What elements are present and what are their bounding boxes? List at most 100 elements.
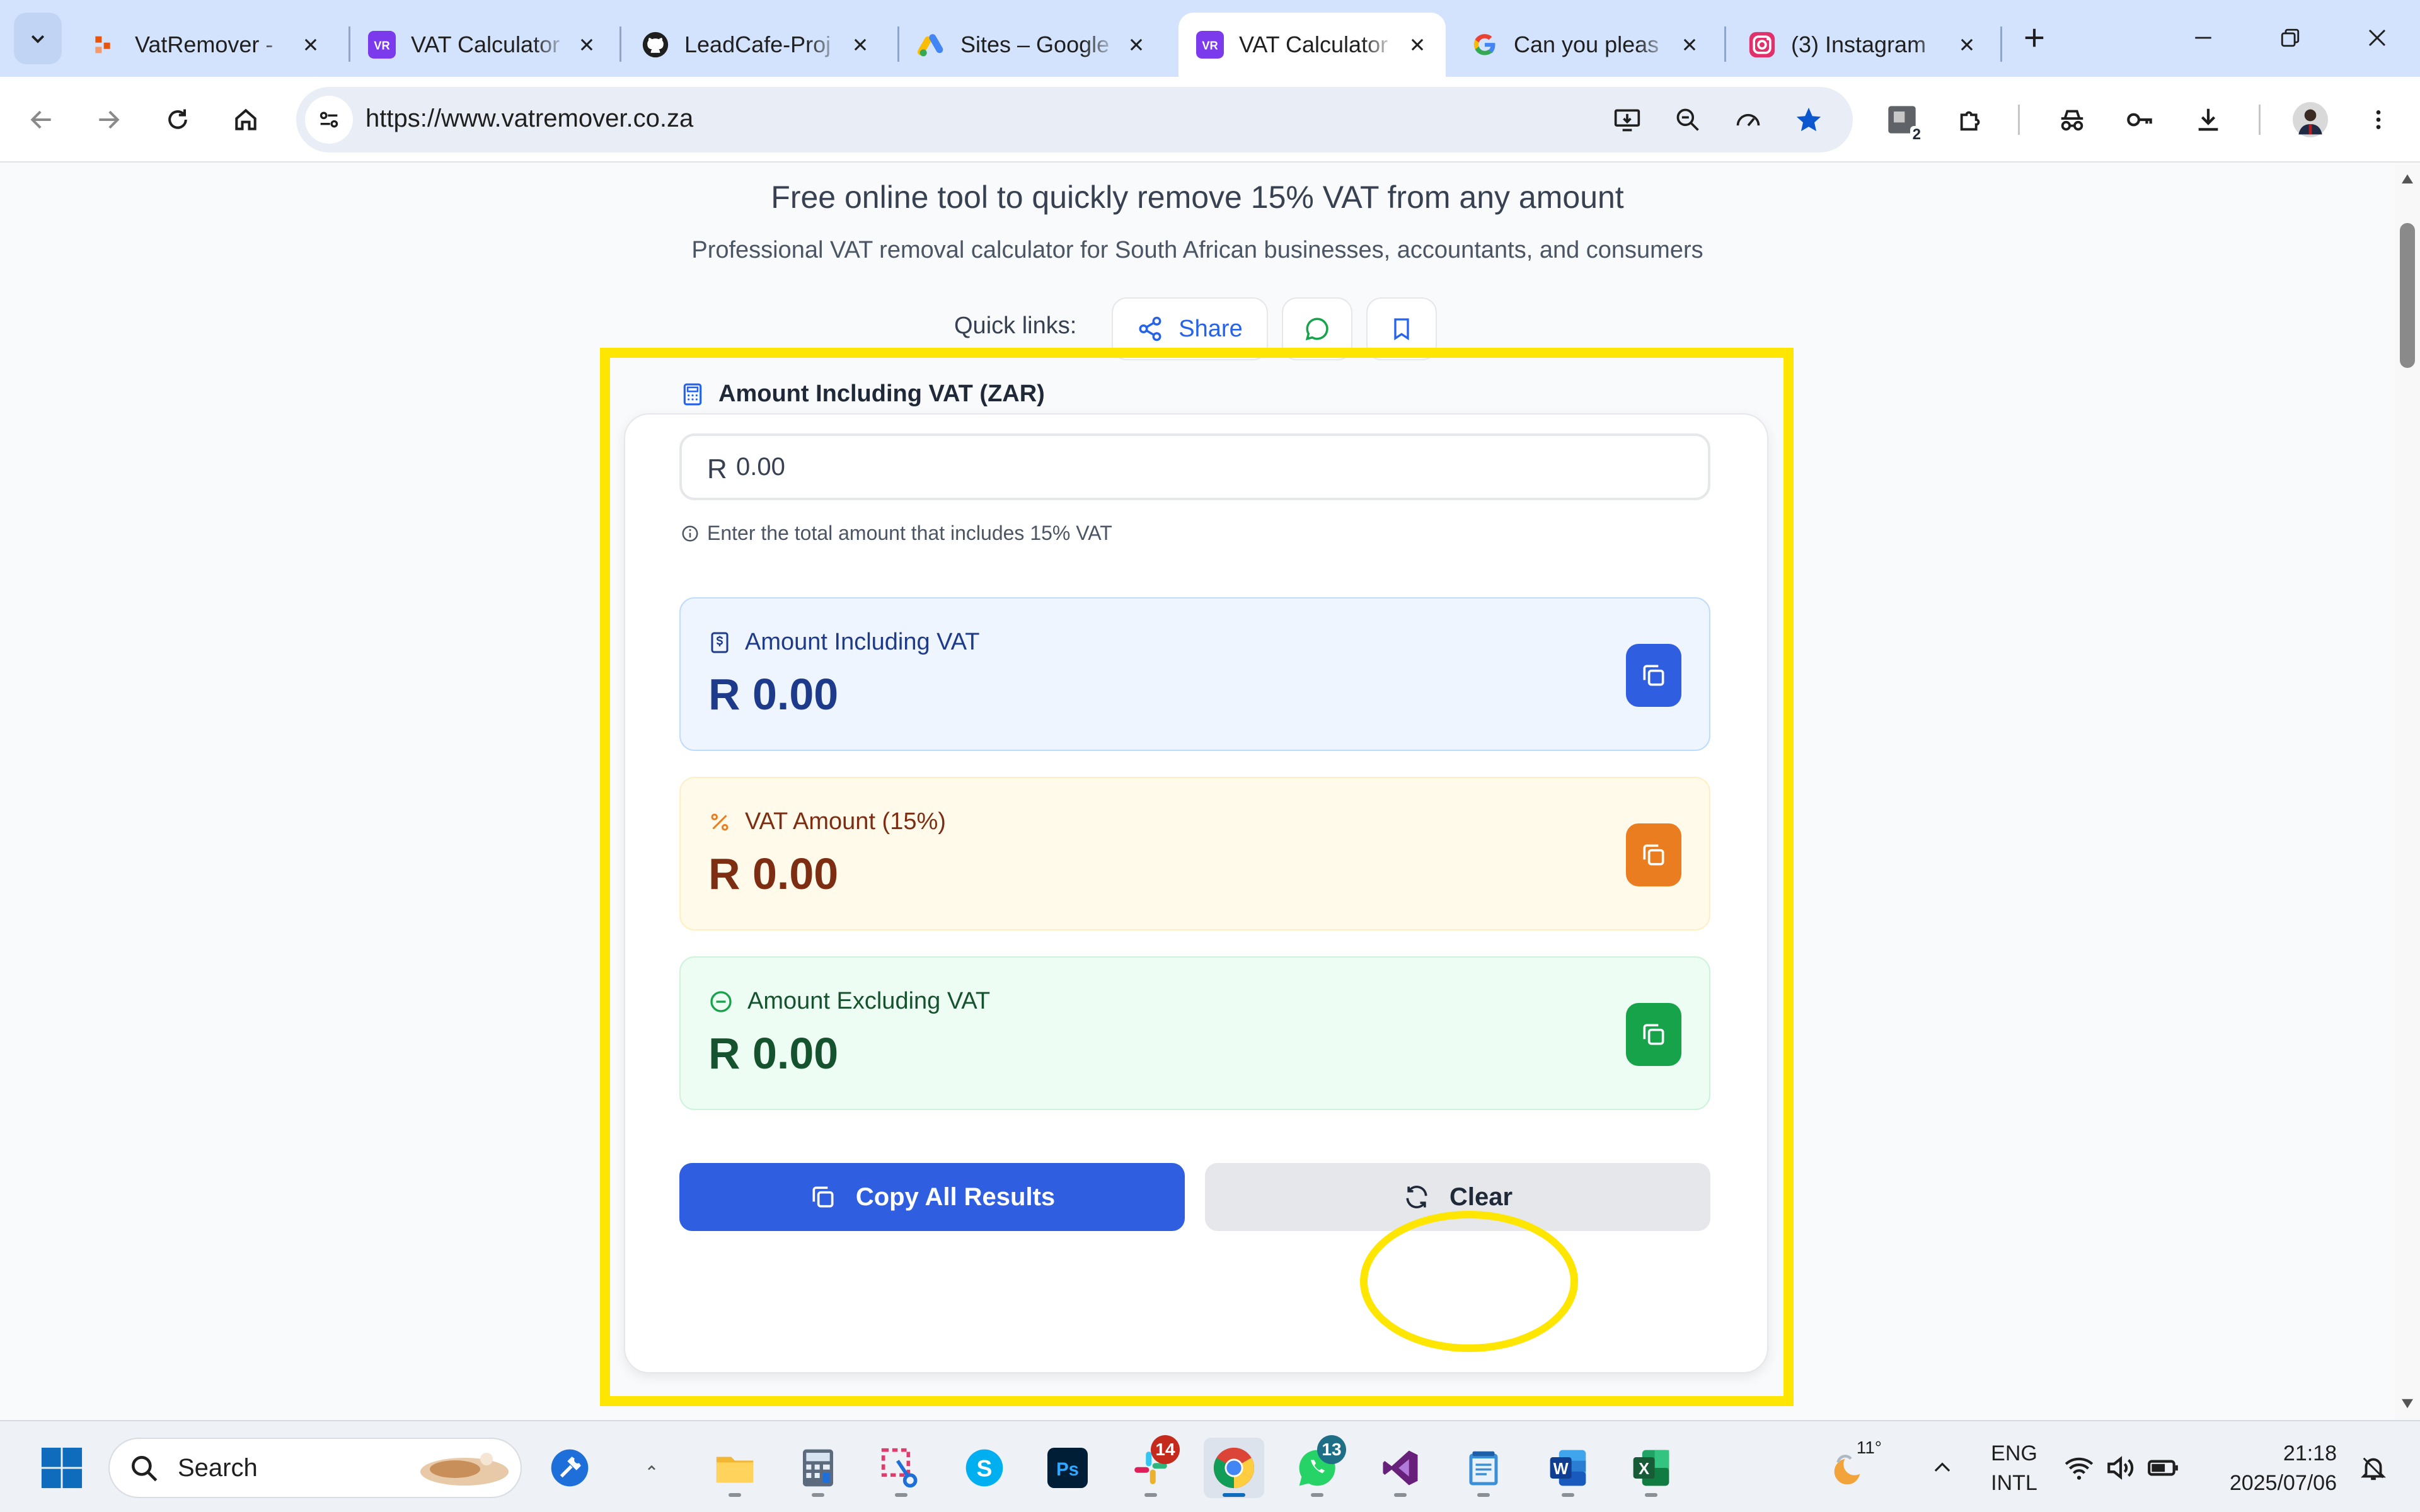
close-icon[interactable] xyxy=(297,32,324,58)
taskbar-app-file-explorer[interactable] xyxy=(705,1438,765,1498)
input-language[interactable]: ENG INTL xyxy=(1975,1441,2053,1496)
browser-tab[interactable]: Sites – Google xyxy=(900,13,1165,77)
close-icon[interactable] xyxy=(847,32,873,58)
instagram-favicon-icon xyxy=(1748,31,1776,59)
notepad-icon xyxy=(1469,1451,1498,1486)
browser-menu-button[interactable] xyxy=(2354,96,2402,144)
browser-tab[interactable]: Can you pleas xyxy=(1453,13,1718,77)
minimize-icon xyxy=(2195,37,2211,39)
info-icon xyxy=(682,525,698,541)
extension-button[interactable]: 2 xyxy=(1878,96,1926,144)
performance-button[interactable] xyxy=(1724,96,1772,144)
profile-button[interactable] xyxy=(2286,96,2334,144)
passwords-button[interactable] xyxy=(2116,96,2164,144)
hint-text: Enter the total amount that includes 15%… xyxy=(707,522,1112,544)
home-button[interactable] xyxy=(222,96,270,144)
plus-icon xyxy=(2025,28,2044,47)
back-button[interactable] xyxy=(18,96,66,144)
toolbar-divider xyxy=(2259,105,2261,135)
svg-text:Ps: Ps xyxy=(1056,1459,1079,1480)
notification-bell-icon xyxy=(2361,1457,2386,1480)
close-window-button[interactable] xyxy=(2358,19,2396,57)
restore-button[interactable] xyxy=(2271,19,2309,57)
taskbar-app-slack[interactable]: 14 xyxy=(1121,1435,1181,1498)
browser-tab[interactable]: (3) Instagram xyxy=(1731,13,1995,77)
install-app-button[interactable] xyxy=(1603,96,1651,144)
taskbar-app-calculator[interactable] xyxy=(788,1438,848,1498)
zoom-button[interactable] xyxy=(1664,96,1712,144)
language-layout: INTL xyxy=(1991,1471,2037,1495)
notifications-button[interactable] xyxy=(2343,1438,2404,1498)
taskbar-app-visual-studio[interactable] xyxy=(1370,1438,1431,1498)
minimize-button[interactable] xyxy=(2184,19,2222,57)
tab-separator xyxy=(619,26,621,62)
forward-button[interactable] xyxy=(84,96,132,144)
tab-search-button[interactable] xyxy=(14,13,62,64)
browser-tab[interactable]: VR VAT Calculator xyxy=(350,13,615,77)
incognito-button[interactable] xyxy=(2048,96,2096,144)
clear-label: Clear xyxy=(1449,1183,1513,1211)
url-text[interactable]: https://www.vatremover.co.za xyxy=(366,105,693,133)
active-indicator xyxy=(1223,1493,1245,1497)
close-icon[interactable] xyxy=(1954,32,1980,58)
taskbar-search[interactable]: Search xyxy=(108,1438,522,1498)
folder-icon xyxy=(716,1457,754,1483)
taskbar-overflow-button[interactable] xyxy=(621,1438,682,1498)
search-highlight-image-icon xyxy=(420,1453,509,1486)
calculator-content: Amount Including VAT (ZAR) R Enter the t… xyxy=(624,163,1768,1420)
amount-input[interactable] xyxy=(736,447,1681,486)
volume-icon xyxy=(2107,1456,2134,1480)
reload-button[interactable] xyxy=(154,96,202,144)
show-hidden-icons-button[interactable] xyxy=(1912,1438,1973,1498)
taskbar-app-snipping-tool[interactable] xyxy=(871,1438,931,1498)
running-indicator xyxy=(1311,1493,1323,1497)
clock[interactable]: 21:18 2025/07/06 xyxy=(2211,1441,2337,1496)
tab-title: VatRemover - xyxy=(135,32,274,57)
downloads-button[interactable] xyxy=(2184,96,2232,144)
incognito-icon xyxy=(2061,110,2083,131)
close-icon[interactable] xyxy=(1404,32,1431,58)
scroll-down-arrow-icon[interactable] xyxy=(2400,1396,2415,1411)
bookmark-star-button[interactable] xyxy=(1785,96,1833,144)
scroll-thumb[interactable] xyxy=(2400,223,2415,368)
taskbar-app-copilot[interactable] xyxy=(539,1438,600,1498)
avatar xyxy=(2293,102,2328,137)
copy-button[interactable] xyxy=(1626,1003,1681,1066)
browser-tab[interactable]: VatRemover - xyxy=(74,13,339,77)
copy-all-results-button[interactable]: Copy All Results xyxy=(679,1163,1185,1231)
clock-time: 21:18 xyxy=(2283,1441,2337,1465)
close-icon[interactable] xyxy=(573,32,600,58)
taskbar-app-whatsapp[interactable]: 13 xyxy=(1287,1435,1347,1498)
running-indicator xyxy=(729,1493,741,1497)
copy-button[interactable] xyxy=(1626,644,1681,707)
taskbar-app-excel[interactable]: X xyxy=(1621,1438,1681,1498)
extensions-menu-button[interactable] xyxy=(1947,96,1995,144)
amount-input-container[interactable]: R xyxy=(679,433,1710,500)
new-tab-button[interactable] xyxy=(2015,19,2053,57)
svg-text:VR: VR xyxy=(1202,38,1218,52)
taskbar-app-notepad[interactable] xyxy=(1453,1438,1514,1498)
percent-icon xyxy=(711,813,729,830)
weather-temperature: 11° xyxy=(1856,1438,1882,1457)
scroll-up-arrow-icon[interactable] xyxy=(2400,171,2415,186)
taskbar-app-skype[interactable]: S xyxy=(954,1438,1015,1498)
taskbar-app-photoshop[interactable]: Ps xyxy=(1037,1438,1098,1498)
tab-separator xyxy=(2000,26,2002,62)
network-volume-battery[interactable] xyxy=(2056,1438,2188,1498)
close-icon[interactable] xyxy=(1676,32,1703,58)
start-button[interactable] xyxy=(32,1438,92,1498)
vertical-scrollbar[interactable] xyxy=(2395,163,2420,1420)
browser-tab[interactable]: LeadCafe-Proj xyxy=(624,13,889,77)
restore-icon xyxy=(2281,28,2300,47)
copy-button[interactable] xyxy=(1626,823,1681,886)
taskbar-app-chrome[interactable] xyxy=(1204,1438,1264,1498)
weather-widget[interactable]: 11° xyxy=(1819,1438,1882,1498)
running-indicator xyxy=(1144,1493,1157,1497)
address-bar[interactable]: https://www.vatremover.co.za xyxy=(296,87,1853,152)
site-info-button[interactable] xyxy=(305,96,353,144)
browser-tab-active[interactable]: VR VAT Calculator xyxy=(1178,13,1446,77)
taskbar-app-word[interactable]: W xyxy=(1538,1438,1598,1498)
speedometer-icon xyxy=(1736,113,1760,127)
copy-all-label: Copy All Results xyxy=(855,1183,1056,1211)
close-icon[interactable] xyxy=(1123,32,1150,58)
